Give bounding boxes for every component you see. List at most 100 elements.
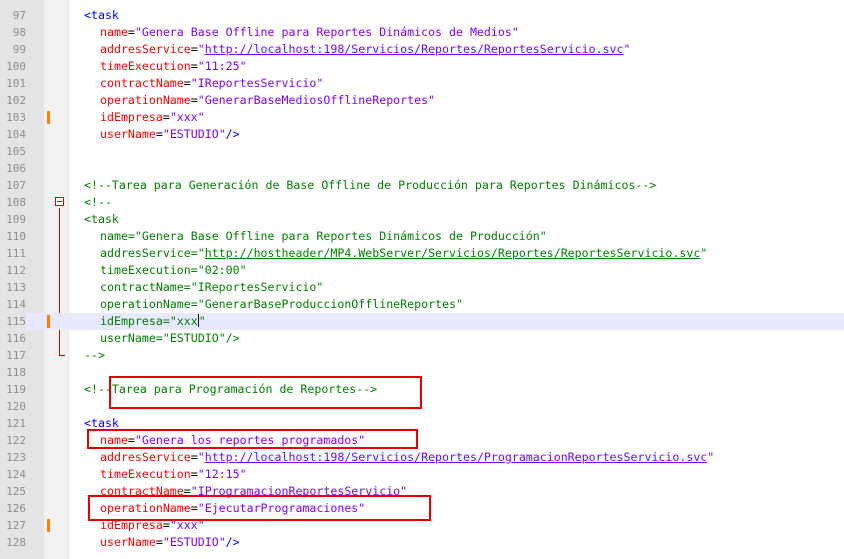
line-number: 108 [6, 196, 26, 209]
line-number: 113 [6, 281, 26, 294]
code-line[interactable]: 107 <!--Tarea para Generación de Base Of… [0, 177, 844, 194]
xml-attribute-name: name [100, 229, 128, 243]
xml-attribute-value: xxx [176, 314, 198, 328]
code-line[interactable]: 124 timeExecution="12:15" [0, 466, 844, 483]
xml-attribute-name: userName [100, 535, 156, 549]
xml-attribute-value: ESTUDIO [169, 127, 219, 141]
xml-attribute-value: IReportesServicio [197, 280, 317, 294]
line-number: 127 [6, 519, 26, 532]
xml-tag-close: /> [225, 331, 240, 345]
line-number: 128 [6, 536, 26, 549]
xml-attribute-name: contractName [100, 76, 184, 90]
code-line[interactable]: 97 <task [0, 7, 844, 24]
xml-attribute-name: addresService [100, 450, 191, 464]
fold-end-marker [59, 355, 65, 356]
xml-attribute-value: xxx [176, 110, 198, 124]
code-line[interactable]: 128 userName="ESTUDIO"/> [0, 534, 844, 551]
line-number: 106 [6, 162, 26, 175]
line-number: 104 [6, 128, 26, 141]
xml-comment: <!--Tarea para Generación de Base Offlin… [84, 178, 657, 192]
code-line[interactable]: 113 contractName="IReportesServicio" [0, 279, 844, 296]
line-number: 105 [6, 145, 26, 158]
xml-tag: <task [84, 8, 119, 22]
line-number: 120 [6, 400, 26, 413]
line-number: 109 [6, 213, 26, 226]
line-number: 126 [6, 502, 26, 515]
code-line[interactable]: 117 --> [0, 347, 844, 364]
line-number: 99 [12, 43, 26, 56]
line-number: 103 [6, 111, 26, 124]
code-line[interactable]: 112 timeExecution="02:00" [0, 262, 844, 279]
xml-tag-close: /> [225, 535, 240, 549]
code-line[interactable]: 101 contractName="IReportesServicio" [0, 75, 844, 92]
line-number: 115 [0, 313, 26, 330]
code-line-current[interactable]: 115 idEmpresa="xxx" [0, 313, 844, 330]
xml-attribute-value: ESTUDIO [169, 331, 219, 345]
line-number: 125 [6, 485, 26, 498]
line-number: 114 [6, 298, 26, 311]
xml-attribute-name: idEmpresa [100, 314, 163, 328]
code-line[interactable]: 114 operationName="GenerarBaseProduccion… [0, 296, 844, 313]
code-line[interactable]: 111 addresService="http://hostheader/MP4… [0, 245, 844, 262]
xml-attribute-value: 11:25 [204, 59, 240, 73]
highlight-box-name [87, 429, 418, 449]
line-number: 98 [12, 26, 26, 39]
xml-attribute-value: GenerarBaseMediosOfflineReportes [204, 93, 429, 107]
xml-attribute-name: timeExecution [100, 59, 191, 73]
xml-attribute-name: timeExecution [100, 263, 191, 277]
highlight-box-operation [88, 495, 431, 521]
xml-attribute-value: IReportesServicio [197, 76, 317, 90]
code-line[interactable]: 98 name="Genera Base Offline para Report… [0, 24, 844, 41]
line-number: 102 [6, 94, 26, 107]
url-link[interactable]: http://hostheader/MP4.WebServer/Servicio… [205, 246, 701, 260]
xml-attribute-name: operationName [100, 93, 191, 107]
code-line[interactable]: 123 addresService="http://localhost:198/… [0, 449, 844, 466]
xml-attribute-name: contractName [100, 280, 184, 294]
line-number: 121 [6, 417, 26, 430]
line-number: 116 [6, 332, 26, 345]
code-line[interactable]: 116 userName="ESTUDIO"/> [0, 330, 844, 347]
code-line[interactable]: 102 operationName="GenerarBaseMediosOffl… [0, 92, 844, 109]
highlight-box-comment [109, 376, 422, 409]
code-line[interactable]: 109 <task [0, 211, 844, 228]
code-line[interactable]: 100 timeExecution="11:25" [0, 58, 844, 75]
code-line[interactable]: 99 addresService="http://localhost:198/S… [0, 41, 844, 58]
url-link[interactable]: http://localhost:198/Servicios/Reportes/… [205, 450, 708, 464]
line-number: 110 [6, 230, 26, 243]
xml-attribute-value: Genera Base Offline para Reportes Dinámi… [141, 25, 512, 39]
xml-attribute-name: timeExecution [100, 467, 191, 481]
xml-attribute-name: idEmpresa [100, 110, 163, 124]
line-number: 117 [6, 349, 26, 362]
xml-attribute-value: 02:00 [204, 263, 240, 277]
xml-comment: <!-- [84, 195, 112, 209]
xml-attribute-name: addresService [100, 42, 191, 56]
line-number: 124 [6, 468, 26, 481]
change-marker [47, 111, 50, 124]
xml-attribute-value: ESTUDIO [169, 535, 219, 549]
code-line[interactable]: 108 <!-- [0, 194, 844, 211]
line-number: 122 [6, 434, 26, 447]
code-editor[interactable]: 97 <task 98 name="Genera Base Offline pa… [0, 0, 844, 559]
xml-comment: --> [84, 348, 105, 362]
url-link[interactable]: http://localhost:198/Servicios/Reportes/… [205, 42, 624, 56]
line-number: 123 [6, 451, 26, 464]
xml-tag: <task [84, 416, 119, 430]
xml-attribute-name: name [100, 25, 128, 39]
code-line[interactable]: 105 [0, 143, 844, 160]
xml-attribute-name: operationName [100, 297, 191, 311]
line-number: 100 [6, 60, 26, 73]
fold-collapse-icon[interactable] [55, 197, 64, 206]
code-line[interactable]: 104 userName="ESTUDIO"/> [0, 126, 844, 143]
line-number: 118 [6, 366, 26, 379]
xml-attribute-name: userName [100, 127, 156, 141]
line-number: 101 [6, 77, 26, 90]
xml-attribute-name: userName [100, 331, 156, 345]
xml-attribute-value: GenerarBaseProduccionOfflineReportes [204, 297, 456, 311]
xml-attribute-value: Genera Base Offline para Reportes Dinámi… [141, 229, 540, 243]
line-number: 107 [6, 179, 26, 192]
code-line[interactable]: 106 [0, 160, 844, 177]
code-line[interactable]: 110 name="Genera Base Offline para Repor… [0, 228, 844, 245]
line-number: 111 [6, 247, 26, 260]
xml-attribute-name: addresService [100, 246, 191, 260]
code-line[interactable]: 103 idEmpresa="xxx" [0, 109, 844, 126]
